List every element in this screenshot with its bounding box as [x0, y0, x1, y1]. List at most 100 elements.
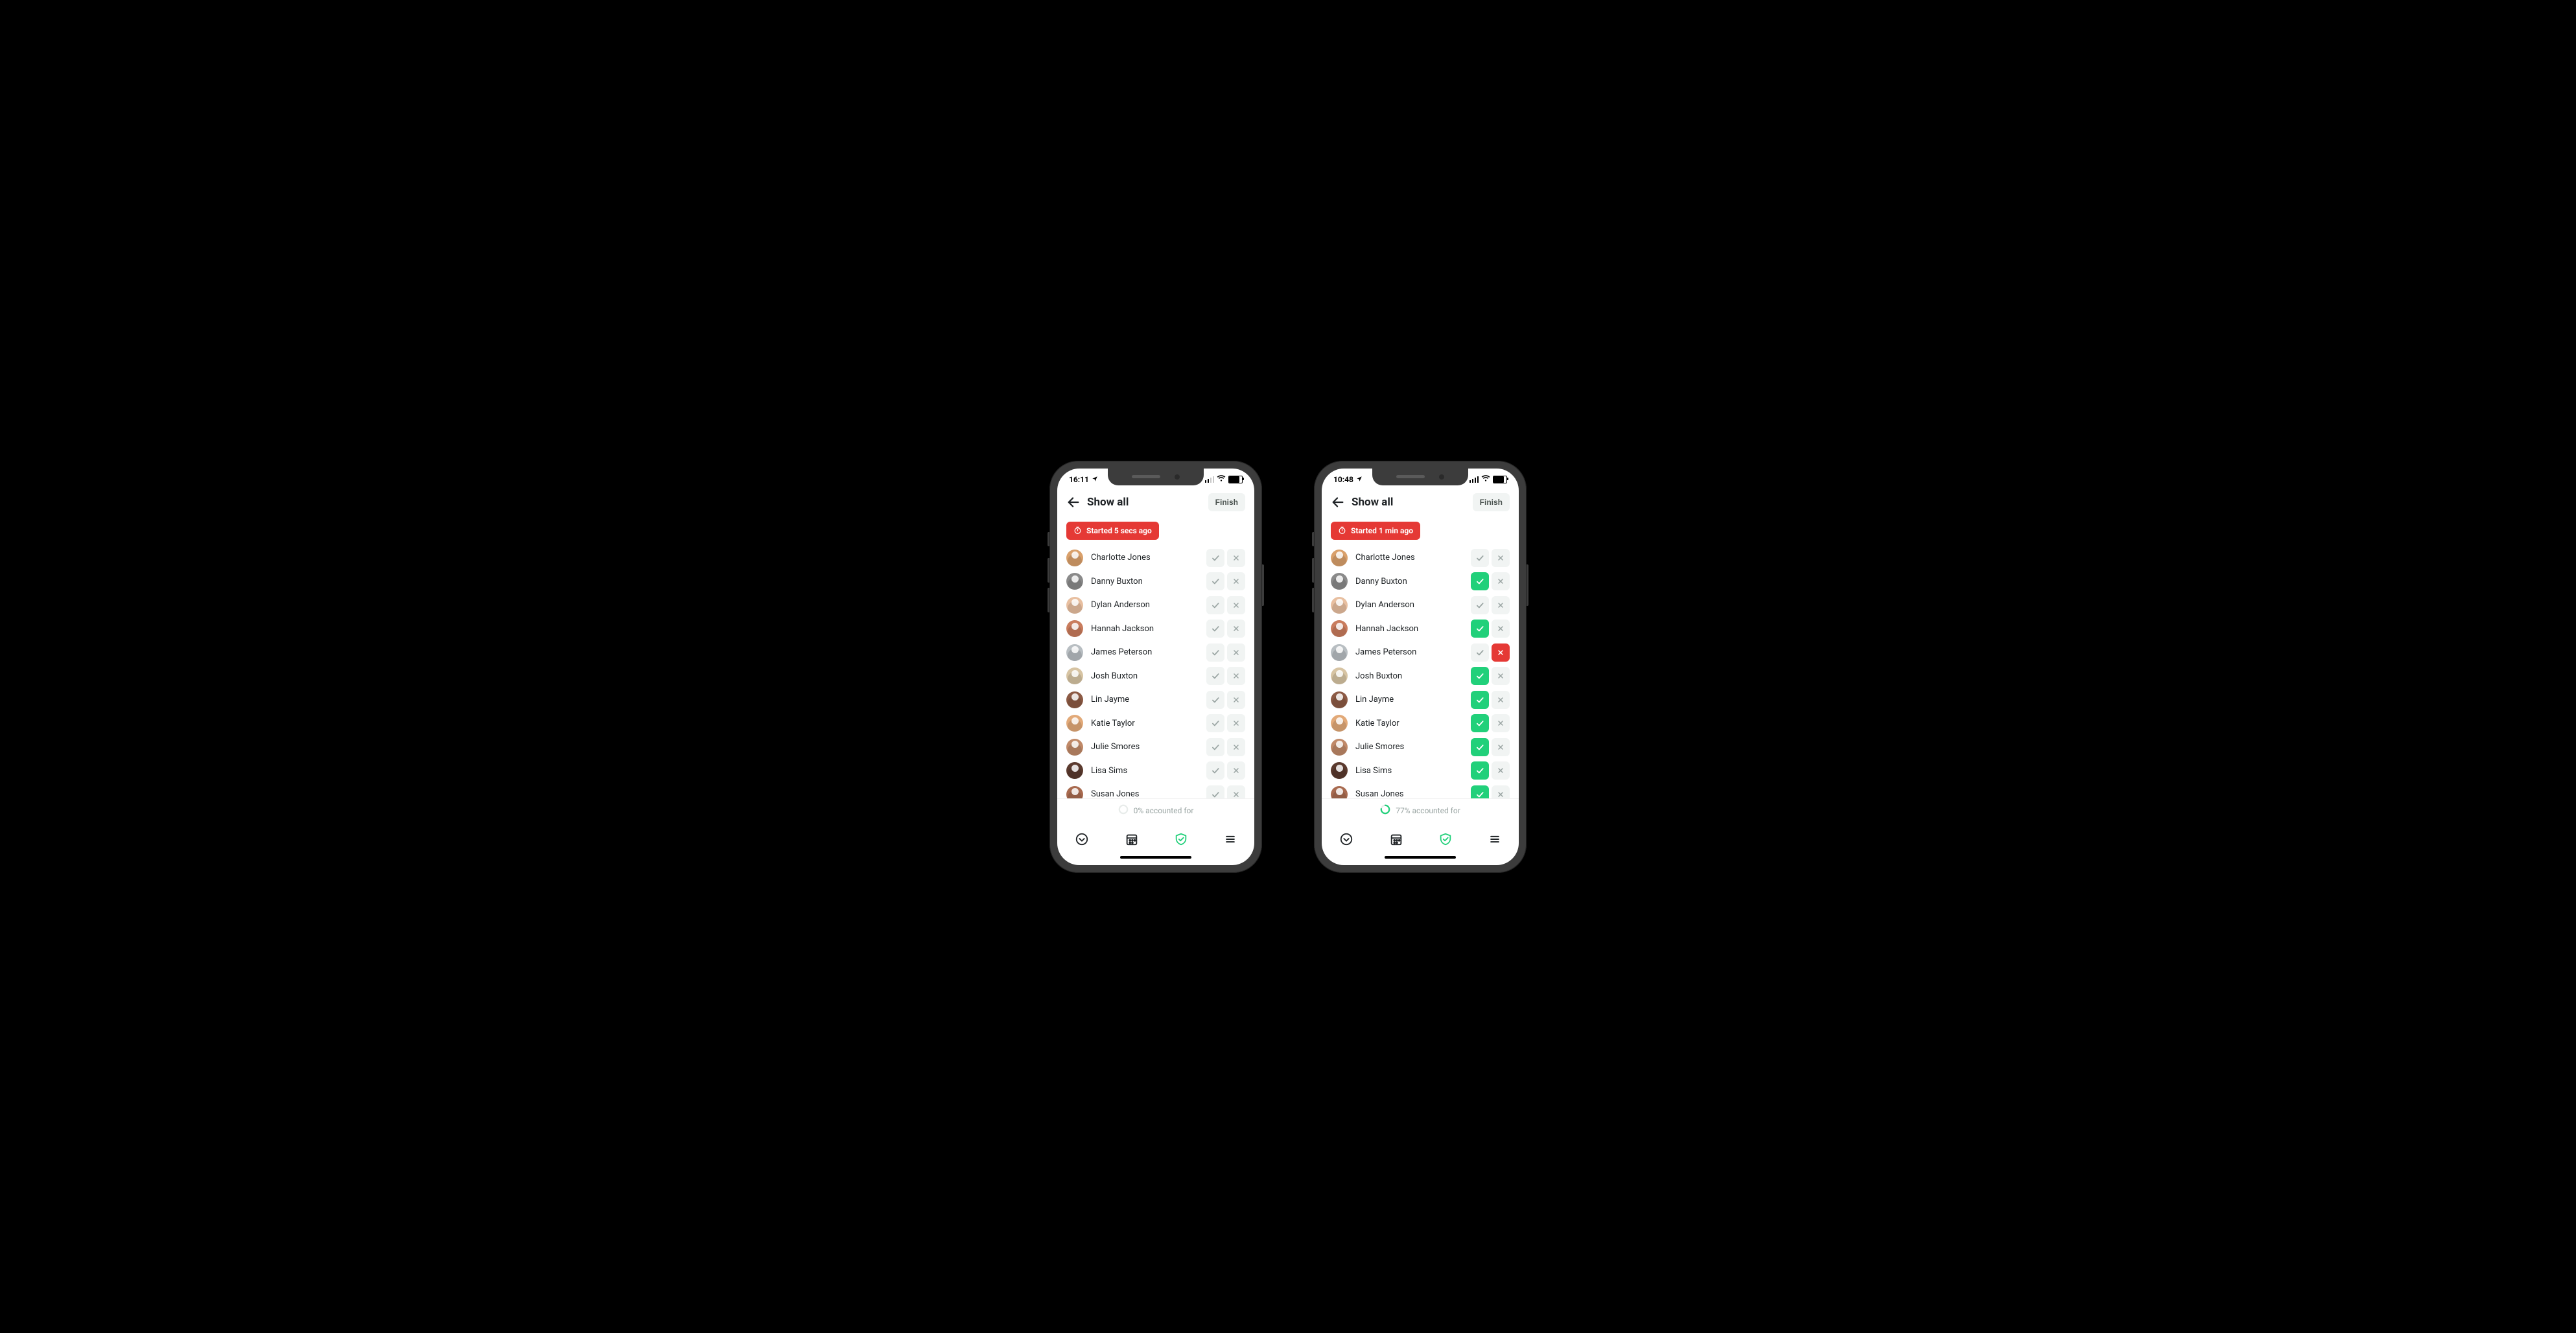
- mark-present-button[interactable]: [1471, 549, 1489, 567]
- mark-absent-button[interactable]: [1227, 714, 1245, 732]
- tab-activity[interactable]: [1075, 832, 1089, 846]
- person-name: Hannah Jackson: [1091, 624, 1199, 634]
- avatar: [1331, 620, 1348, 637]
- started-label: Started 1 min ago: [1351, 526, 1413, 535]
- mark-present-button[interactable]: [1206, 714, 1224, 732]
- person-row: Susan Jones: [1066, 783, 1245, 798]
- avatar: [1066, 786, 1083, 798]
- mark-absent-button[interactable]: [1227, 549, 1245, 567]
- person-row: Josh Buxton: [1066, 664, 1245, 688]
- back-button[interactable]: [1331, 495, 1345, 509]
- avatar: [1066, 620, 1083, 637]
- mark-absent-button[interactable]: [1227, 572, 1245, 590]
- person-name: James Peterson: [1355, 647, 1463, 657]
- mark-present-button[interactable]: [1471, 572, 1489, 590]
- mark-absent-button[interactable]: [1227, 785, 1245, 798]
- wifi-icon: [1481, 474, 1490, 484]
- person-row: Dylan Anderson: [1331, 594, 1510, 618]
- finish-button[interactable]: Finish: [1473, 493, 1510, 511]
- mark-present-button[interactable]: [1206, 643, 1224, 662]
- tab-activity[interactable]: [1339, 832, 1353, 846]
- avatar: [1331, 715, 1348, 732]
- mark-absent-button[interactable]: [1492, 785, 1510, 798]
- mark-present-button[interactable]: [1206, 549, 1224, 567]
- mark-absent-button[interactable]: [1492, 714, 1510, 732]
- home-indicator: [1057, 856, 1254, 865]
- person-name: Julie Smores: [1091, 742, 1199, 752]
- started-pill: Started 1 min ago: [1331, 522, 1420, 540]
- person-row: Charlotte Jones: [1066, 546, 1245, 570]
- person-row: Katie Taylor: [1066, 712, 1245, 736]
- mark-absent-button[interactable]: [1492, 572, 1510, 590]
- progress-text: 0% accounted for: [1134, 806, 1194, 815]
- person-name: Lin Jayme: [1355, 695, 1463, 704]
- person-name: Josh Buxton: [1355, 671, 1463, 681]
- mark-present-button[interactable]: [1206, 667, 1224, 685]
- mark-present-button[interactable]: [1206, 596, 1224, 614]
- person-row: Dylan Anderson: [1066, 594, 1245, 618]
- mark-absent-button[interactable]: [1492, 691, 1510, 709]
- avatar: [1066, 762, 1083, 779]
- mark-present-button[interactable]: [1206, 738, 1224, 756]
- mark-present-button[interactable]: [1471, 620, 1489, 638]
- avatar: [1331, 597, 1348, 614]
- mark-absent-button[interactable]: [1492, 643, 1510, 662]
- location-icon: [1356, 475, 1363, 484]
- person-row: Susan Jones: [1331, 783, 1510, 798]
- mark-absent-button[interactable]: [1227, 643, 1245, 662]
- mark-absent-button[interactable]: [1492, 620, 1510, 638]
- tab-safety[interactable]: [1438, 832, 1453, 846]
- person-row: Charlotte Jones: [1331, 546, 1510, 570]
- avatar: [1066, 691, 1083, 708]
- mark-absent-button[interactable]: [1227, 620, 1245, 638]
- person-name: Danny Buxton: [1091, 577, 1199, 586]
- mark-present-button[interactable]: [1471, 691, 1489, 709]
- status-time: 10:48: [1333, 475, 1353, 484]
- tab-bar: [1057, 822, 1254, 856]
- person-name: Katie Taylor: [1355, 719, 1463, 728]
- mark-present-button[interactable]: [1471, 643, 1489, 662]
- person-row: Hannah Jackson: [1331, 617, 1510, 641]
- person-name: Lin Jayme: [1091, 695, 1199, 704]
- mark-absent-button[interactable]: [1227, 596, 1245, 614]
- mark-absent-button[interactable]: [1227, 738, 1245, 756]
- mark-absent-button[interactable]: [1227, 667, 1245, 685]
- mark-present-button[interactable]: [1471, 667, 1489, 685]
- person-name: Hannah Jackson: [1355, 624, 1463, 634]
- avatar: [1066, 715, 1083, 732]
- tab-calendar[interactable]: [1125, 832, 1139, 846]
- tab-menu[interactable]: [1224, 833, 1237, 846]
- tab-safety[interactable]: [1174, 832, 1188, 846]
- mark-present-button[interactable]: [1471, 761, 1489, 780]
- person-row: James Peterson: [1331, 641, 1510, 665]
- mark-absent-button[interactable]: [1492, 667, 1510, 685]
- mark-absent-button[interactable]: [1492, 738, 1510, 756]
- progress-bar: 0% accounted for: [1057, 798, 1254, 822]
- mark-present-button[interactable]: [1206, 620, 1224, 638]
- avatar: [1066, 644, 1083, 661]
- avatar: [1331, 762, 1348, 779]
- mark-present-button[interactable]: [1206, 785, 1224, 798]
- mark-present-button[interactable]: [1471, 785, 1489, 798]
- timer-icon: [1338, 526, 1346, 535]
- mark-present-button[interactable]: [1206, 761, 1224, 780]
- mark-present-button[interactable]: [1471, 714, 1489, 732]
- mark-absent-button[interactable]: [1492, 549, 1510, 567]
- mark-present-button[interactable]: [1206, 691, 1224, 709]
- people-list: Charlotte Jones Danny Buxton Dylan Ander…: [1322, 546, 1519, 798]
- mark-present-button[interactable]: [1471, 738, 1489, 756]
- finish-button[interactable]: Finish: [1208, 493, 1245, 511]
- mark-absent-button[interactable]: [1227, 691, 1245, 709]
- mark-present-button[interactable]: [1471, 596, 1489, 614]
- tab-calendar[interactable]: [1389, 832, 1403, 846]
- mark-absent-button[interactable]: [1492, 761, 1510, 780]
- avatar: [1331, 739, 1348, 756]
- tab-menu[interactable]: [1488, 833, 1501, 846]
- mark-absent-button[interactable]: [1227, 761, 1245, 780]
- page-title: Show all: [1352, 496, 1466, 509]
- mark-absent-button[interactable]: [1492, 596, 1510, 614]
- mark-present-button[interactable]: [1206, 572, 1224, 590]
- person-name: Charlotte Jones: [1355, 553, 1463, 562]
- started-label: Started 5 secs ago: [1086, 526, 1152, 535]
- back-button[interactable]: [1066, 495, 1081, 509]
